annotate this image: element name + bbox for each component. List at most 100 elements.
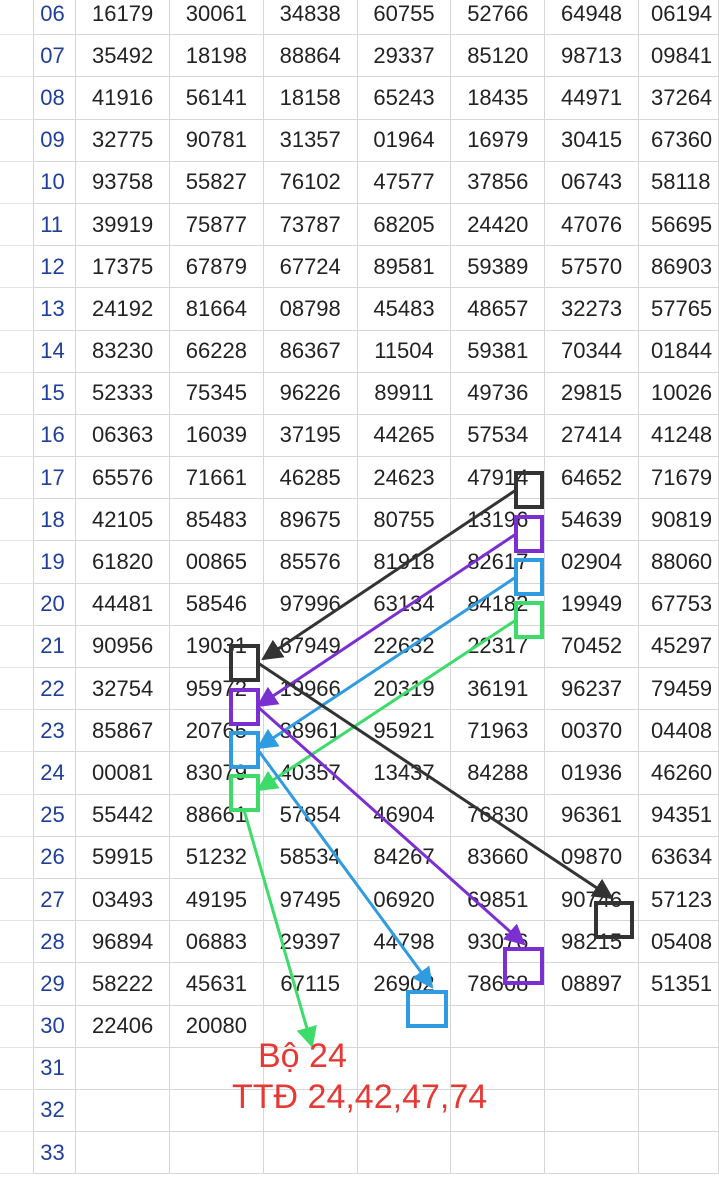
table-cell[interactable] xyxy=(75,1088,170,1133)
table-cell[interactable]: 56695 xyxy=(637,202,719,247)
table-cell[interactable]: 85576 xyxy=(262,540,358,584)
table-cell[interactable]: 88961 xyxy=(262,709,358,753)
table-cell[interactable]: 01964 xyxy=(356,118,452,162)
table-cell[interactable]: 79459 xyxy=(637,666,719,711)
table-cell[interactable]: 03493 xyxy=(75,877,170,922)
table-cell[interactable]: 36191 xyxy=(450,666,546,711)
table-cell[interactable]: 29815 xyxy=(544,371,639,415)
table-cell[interactable]: 88661 xyxy=(169,793,264,837)
table-cell[interactable]: 49195 xyxy=(169,877,264,922)
table-cell[interactable]: 17375 xyxy=(75,245,170,289)
table-cell[interactable]: 20080 xyxy=(169,1004,264,1048)
table-cell[interactable]: 56141 xyxy=(169,76,264,120)
table-cell[interactable]: 24192 xyxy=(75,287,170,331)
table-cell[interactable]: 46285 xyxy=(262,456,358,500)
table-cell[interactable]: 49736 xyxy=(450,371,546,415)
table-cell[interactable]: 45483 xyxy=(356,287,452,331)
table-cell[interactable]: 97495 xyxy=(262,877,358,922)
table-cell[interactable]: 67115 xyxy=(262,962,358,1006)
table-cell[interactable]: 88060 xyxy=(637,540,719,584)
table-cell[interactable]: 06363 xyxy=(75,413,170,458)
table-cell[interactable]: 58222 xyxy=(75,962,170,1006)
table-cell[interactable]: 90781 xyxy=(169,118,264,162)
table-cell[interactable]: 46260 xyxy=(637,751,719,795)
table-cell[interactable]: 64652 xyxy=(544,456,639,500)
table-cell[interactable]: 00370 xyxy=(544,709,639,753)
table-cell[interactable]: 93758 xyxy=(75,160,170,204)
table-cell[interactable]: 22317 xyxy=(450,624,546,669)
table-cell[interactable]: 67724 xyxy=(262,245,358,289)
table-cell[interactable]: 37264 xyxy=(637,76,719,120)
table-cell[interactable] xyxy=(75,1131,170,1175)
table-cell[interactable]: 04408 xyxy=(637,709,719,753)
table-cell[interactable]: 40357 xyxy=(262,751,358,795)
table-cell[interactable]: 06194 xyxy=(637,0,719,36)
table-cell[interactable]: 57570 xyxy=(544,245,639,289)
table-cell[interactable]: 42105 xyxy=(75,498,170,542)
table-cell[interactable] xyxy=(356,1131,452,1175)
table-cell[interactable]: 00865 xyxy=(169,540,264,584)
table-cell[interactable]: 81664 xyxy=(169,287,264,331)
table-cell[interactable]: 44798 xyxy=(356,920,452,964)
table-cell[interactable]: 08798 xyxy=(262,287,358,331)
table-cell[interactable]: 01844 xyxy=(637,329,719,373)
table-cell[interactable]: 51351 xyxy=(637,962,719,1006)
table-cell[interactable] xyxy=(262,1131,358,1175)
table-cell[interactable]: 75877 xyxy=(169,202,264,247)
table-cell[interactable]: 86367 xyxy=(262,329,358,373)
table-cell[interactable]: 59381 xyxy=(450,329,546,373)
table-cell[interactable] xyxy=(637,1046,719,1090)
table-cell[interactable]: 22406 xyxy=(75,1004,170,1048)
table-cell[interactable]: 94351 xyxy=(637,793,719,837)
table-cell[interactable]: 37856 xyxy=(450,160,546,204)
table-cell[interactable]: 22632 xyxy=(356,624,452,669)
table-cell[interactable]: 48657 xyxy=(450,287,546,331)
table-cell[interactable]: 47577 xyxy=(356,160,452,204)
table-cell[interactable]: 44971 xyxy=(544,76,639,120)
table-cell[interactable]: 70452 xyxy=(544,624,639,669)
table-cell[interactable]: 32775 xyxy=(75,118,170,162)
table-cell[interactable]: 60755 xyxy=(356,0,452,36)
table-cell[interactable]: 45297 xyxy=(637,624,719,669)
table-cell[interactable]: 70344 xyxy=(544,329,639,373)
table-cell[interactable] xyxy=(637,1131,719,1175)
table-cell[interactable]: 09870 xyxy=(544,835,639,879)
table-cell[interactable]: 19949 xyxy=(544,582,639,626)
table-cell[interactable] xyxy=(637,1088,719,1133)
table-cell[interactable]: 89581 xyxy=(356,245,452,289)
table-cell[interactable] xyxy=(450,1131,546,1175)
table-cell[interactable]: 52333 xyxy=(75,371,170,415)
table-cell[interactable]: 90746 xyxy=(544,877,639,922)
table-cell[interactable]: 57765 xyxy=(637,287,719,331)
table-cell[interactable]: 20765 xyxy=(169,709,264,753)
table-cell[interactable] xyxy=(637,1004,719,1048)
table-cell[interactable]: 58118 xyxy=(637,160,719,204)
table-cell[interactable]: 57123 xyxy=(637,877,719,922)
table-cell[interactable]: 13196 xyxy=(450,498,546,542)
table-cell[interactable]: 59915 xyxy=(75,835,170,879)
table-cell[interactable]: 63634 xyxy=(637,835,719,879)
table-cell[interactable]: 06920 xyxy=(356,877,452,922)
table-cell[interactable]: 98215 xyxy=(544,920,639,964)
table-cell[interactable]: 65243 xyxy=(356,76,452,120)
table-cell[interactable]: 30415 xyxy=(544,118,639,162)
table-cell[interactable]: 97996 xyxy=(262,582,358,626)
table-cell[interactable]: 68205 xyxy=(356,202,452,247)
table-cell[interactable]: 54639 xyxy=(544,498,639,542)
table-cell[interactable]: 78668 xyxy=(450,962,546,1006)
table-cell[interactable]: 46904 xyxy=(356,793,452,837)
table-cell[interactable]: 89675 xyxy=(262,498,358,542)
table-cell[interactable]: 84267 xyxy=(356,835,452,879)
table-cell[interactable]: 00081 xyxy=(75,751,170,795)
table-cell[interactable]: 44481 xyxy=(75,582,170,626)
table-cell[interactable]: 18198 xyxy=(169,34,264,78)
table-cell[interactable]: 37195 xyxy=(262,413,358,458)
table-cell[interactable]: 41916 xyxy=(75,76,170,120)
table-cell[interactable]: 81918 xyxy=(356,540,452,584)
table-cell[interactable]: 20319 xyxy=(356,666,452,711)
table-cell[interactable]: 83079 xyxy=(169,751,264,795)
table-cell[interactable]: 02904 xyxy=(544,540,639,584)
table-cell[interactable]: 80755 xyxy=(356,498,452,542)
table-cell[interactable]: 01936 xyxy=(544,751,639,795)
table-cell[interactable]: 09841 xyxy=(637,34,719,78)
